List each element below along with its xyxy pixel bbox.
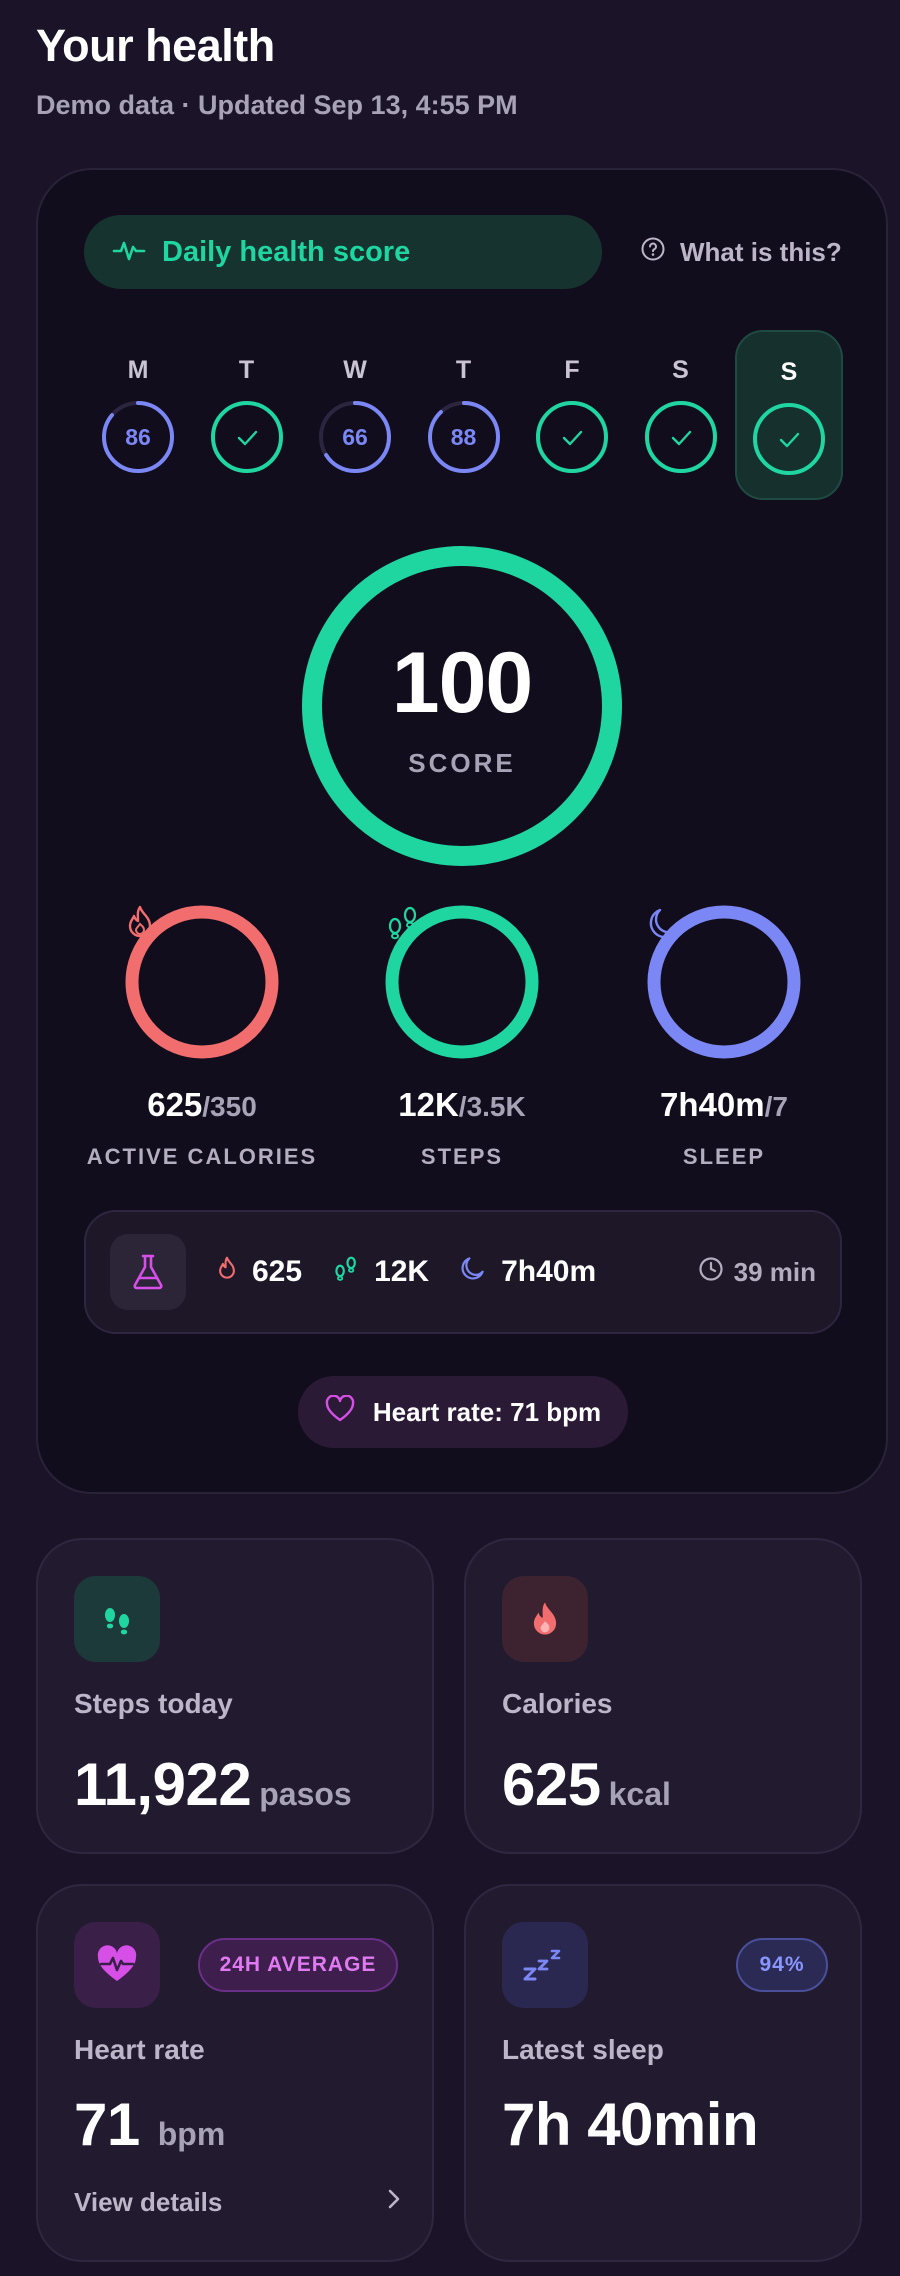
steps-ring	[384, 904, 540, 1060]
day-1[interactable]: T	[193, 330, 301, 500]
calories-card-value: 625	[502, 1751, 601, 1818]
average-badge: 24H AVERAGE	[198, 1938, 398, 1992]
footprints-icon	[74, 1576, 160, 1662]
day-6-selected[interactable]: S	[735, 330, 843, 500]
clock-icon	[698, 1256, 724, 1289]
page-title: Your health	[36, 20, 275, 71]
day-label: M	[127, 356, 149, 384]
day-complete-ring	[208, 398, 286, 476]
heart-rate-pill[interactable]: Heart rate: 71 bpm	[298, 1376, 628, 1448]
flask-icon	[110, 1234, 186, 1310]
calories-goal: /350	[202, 1091, 257, 1122]
chevron-right-icon	[384, 2186, 404, 2219]
what-is-this-link[interactable]: What is this?	[640, 230, 842, 274]
moon-icon	[646, 904, 802, 1060]
summary-duration: 39 min	[698, 1256, 816, 1289]
checkmark-icon	[237, 430, 257, 446]
view-details-link[interactable]: View details	[74, 2186, 404, 2219]
day-label: W	[343, 356, 367, 384]
flame-icon	[502, 1576, 588, 1662]
heart-card-unit: bpm	[157, 2116, 226, 2152]
day-5[interactable]: S	[627, 330, 735, 500]
moon-icon	[459, 1254, 487, 1290]
daily-health-score-label: Daily health score	[162, 235, 411, 268]
metric-steps[interactable]: 12K/3.5K STEPS	[342, 904, 582, 1170]
page-subtitle: Demo data · Updated Sep 13, 4:55 PM	[36, 90, 518, 120]
heart-card-title: Heart rate	[74, 2034, 205, 2065]
day-score-ring: 88	[425, 398, 503, 476]
checkmark-icon	[779, 432, 800, 448]
summary-steps-value: 12K	[374, 1255, 430, 1288]
sleep-goal: /7	[764, 1091, 788, 1122]
summary-sleep-value: 7h40m	[501, 1255, 597, 1288]
calories-card-unit: kcal	[608, 1776, 671, 1812]
summary-calories-value: 625	[252, 1255, 303, 1288]
footprints-icon	[384, 904, 540, 1060]
day-score-ring: 86	[99, 398, 177, 476]
heart-rate-pill-label: Heart rate: 71 bpm	[372, 1396, 602, 1427]
heart-icon	[325, 1393, 355, 1430]
day-4[interactable]: F	[518, 330, 626, 500]
calories-card[interactable]: Calories 625 kcal	[464, 1538, 862, 1854]
heart-pulse-icon	[74, 1922, 160, 2008]
score-label: SCORE	[408, 748, 516, 778]
calories-value: 625	[147, 1086, 203, 1123]
metric-sleep[interactable]: 7h40m/7 SLEEP	[604, 904, 844, 1170]
day-2[interactable]: W 66	[301, 330, 409, 500]
steps-label: STEPS	[420, 1144, 504, 1169]
day-label: S	[780, 358, 798, 386]
calories-ring	[124, 904, 280, 1060]
calories-card-title: Calories	[502, 1688, 613, 1719]
sleep-card-title: Latest sleep	[502, 2034, 664, 2065]
day-label: S	[672, 356, 689, 384]
day-label: T	[455, 356, 472, 384]
steps-card-unit: pasos	[259, 1776, 352, 1812]
summary-duration-value: 39 min	[733, 1256, 816, 1287]
day-score: 88	[450, 423, 477, 450]
heart-rate-card[interactable]: 24H AVERAGE Heart rate 71 bpm View detail…	[36, 1884, 434, 2262]
zzz-icon	[502, 1922, 588, 2008]
day-complete-ring	[642, 398, 720, 476]
checkmark-icon	[562, 430, 583, 446]
activity-summary-bar[interactable]: 625 12K 7h40m 39 min	[84, 1210, 842, 1334]
flame-icon	[124, 904, 280, 1060]
sleep-label: SLEEP	[682, 1144, 766, 1169]
steps-card-value: 11,922	[74, 1751, 252, 1818]
score-value: 100	[391, 635, 534, 731]
day-score: 66	[342, 423, 368, 450]
sleep-quality-badge: 94%	[736, 1938, 828, 1992]
day-score: 86	[125, 423, 151, 450]
summary-sleep: 7h40m	[459, 1254, 596, 1290]
checkmark-icon	[671, 430, 691, 446]
day-complete-ring	[533, 398, 611, 476]
help-circle-icon	[640, 236, 666, 269]
footprints-icon	[332, 1254, 360, 1290]
day-score-ring: 66	[316, 398, 394, 476]
metric-active-calories[interactable]: 625/350 ACTIVE CALORIES	[82, 904, 322, 1170]
summary-calories: 625	[216, 1254, 302, 1290]
heart-card-value: 71	[74, 2091, 140, 2158]
week-selector: M 86 T W 66 T 88 F S S	[84, 330, 844, 500]
day-label: F	[564, 356, 580, 384]
sleep-card-value: 7h 40min	[502, 2091, 759, 2158]
steps-value: 12K	[398, 1086, 459, 1123]
day-complete-ring	[750, 400, 828, 478]
steps-goal: /3.5K	[458, 1091, 526, 1122]
heart-pulse-icon	[112, 233, 146, 272]
view-details-label: View details	[74, 2187, 223, 2217]
sleep-ring	[646, 904, 802, 1060]
daily-health-score-pill[interactable]: Daily health score	[84, 215, 602, 289]
calories-label: ACTIVE CALORIES	[86, 1144, 318, 1169]
steps-today-card[interactable]: Steps today 11,922 pasos	[36, 1538, 434, 1854]
latest-sleep-card[interactable]: 94% Latest sleep 7h 40min	[464, 1884, 862, 2262]
sleep-value: 7h40m	[660, 1086, 765, 1123]
steps-card-title: Steps today	[74, 1688, 233, 1719]
what-is-this-label: What is this?	[680, 236, 842, 267]
summary-steps: 12K	[332, 1254, 429, 1290]
day-label: T	[238, 356, 255, 384]
flame-icon	[216, 1254, 238, 1290]
day-0[interactable]: M 86	[84, 330, 192, 500]
day-3[interactable]: T 88	[410, 330, 518, 500]
